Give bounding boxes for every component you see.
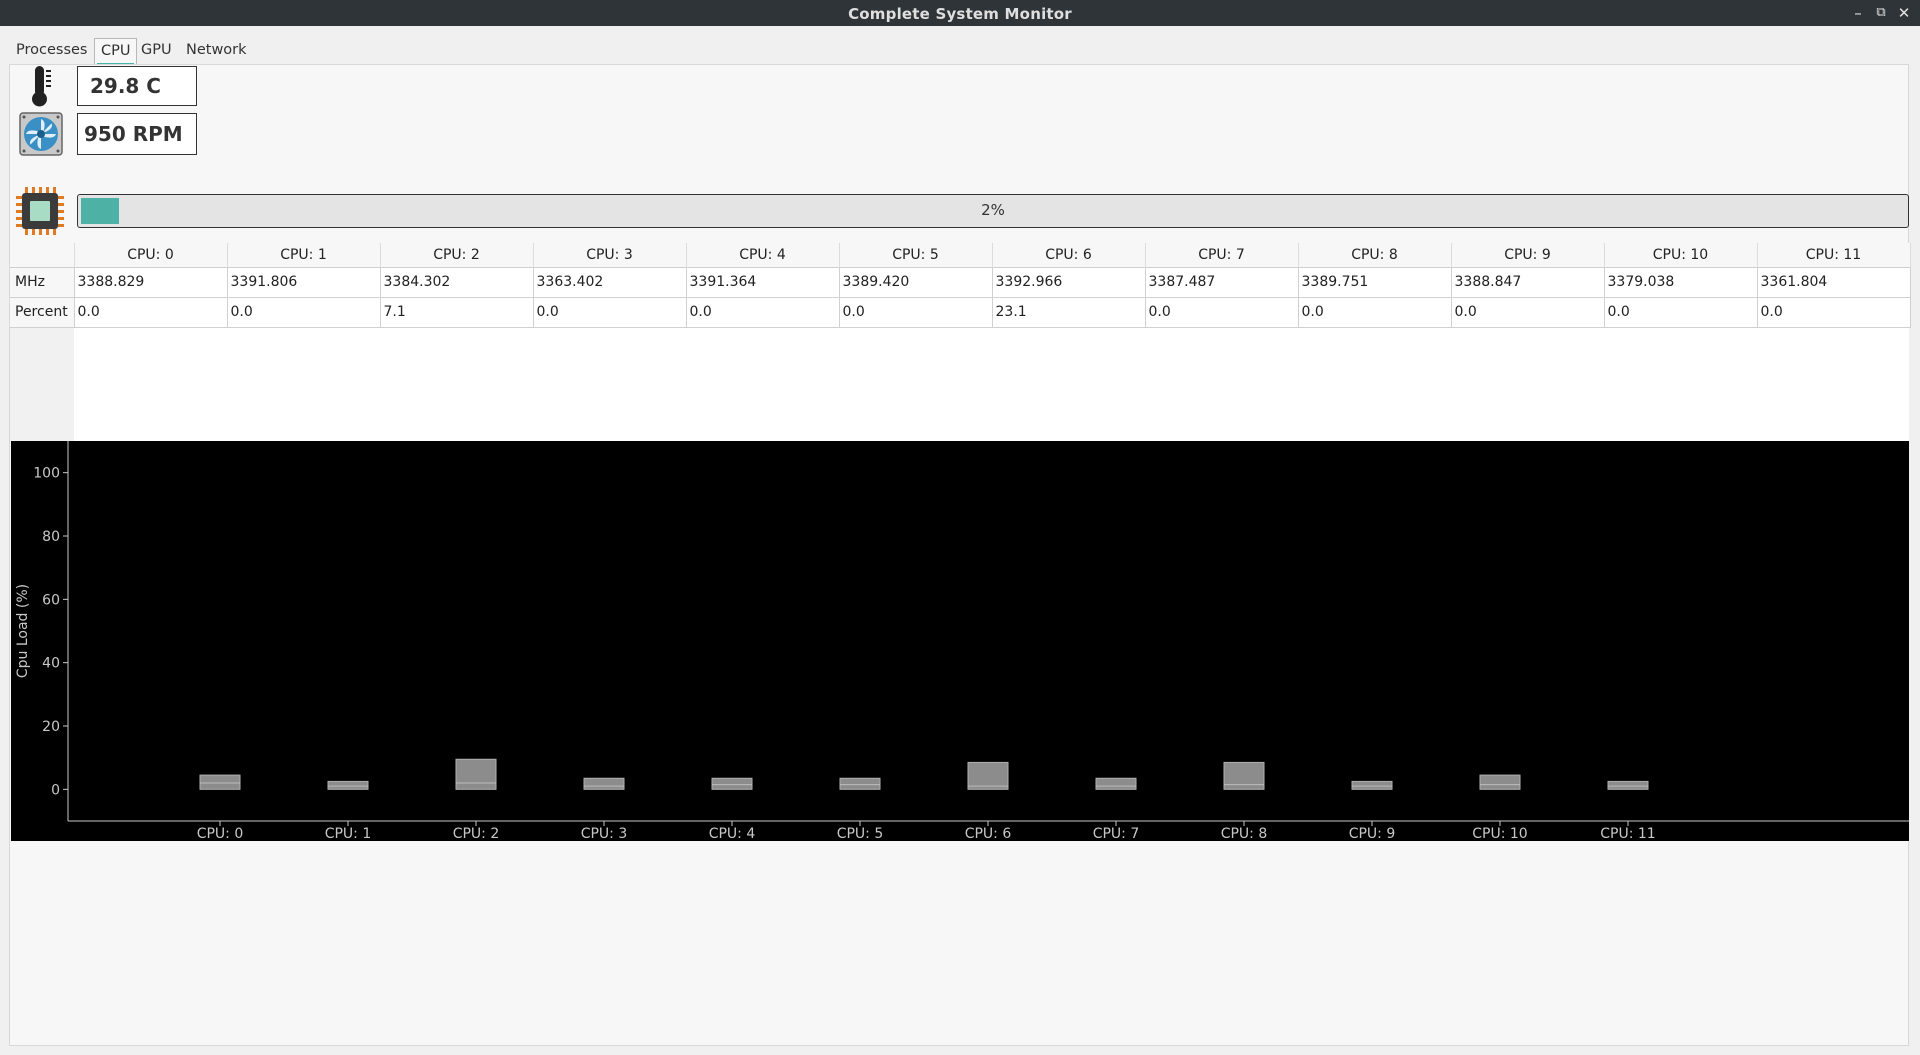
column-header[interactable]: CPU: 9 — [1451, 243, 1605, 267]
x-tick-label: CPU: 2 — [453, 826, 500, 841]
tab-cpu[interactable]: CPU — [94, 38, 138, 66]
temperature-readout: 29.8 C — [77, 66, 197, 106]
table-row-header-area — [10, 328, 74, 441]
tab-network[interactable]: Network — [180, 38, 253, 64]
cpu-box — [1479, 774, 1521, 790]
table-cell[interactable]: 3387.487 — [1145, 266, 1299, 298]
cpu-box — [1223, 761, 1265, 790]
cpu-box — [1351, 780, 1393, 790]
fan-icon — [19, 112, 63, 156]
maximize-icon[interactable]: ⧉ — [1871, 3, 1891, 23]
table-cell[interactable]: 0.0 — [1757, 296, 1911, 328]
table-cell[interactable]: 3391.364 — [686, 266, 840, 298]
y-tick-label: 20 — [42, 719, 60, 735]
thermometer-icon — [32, 66, 51, 107]
y-tick-label: 100 — [33, 466, 60, 482]
x-tick-label: CPU: 9 — [1349, 826, 1396, 841]
tab-gpu[interactable]: GPU — [135, 38, 178, 64]
table-cell[interactable]: 3389.751 — [1298, 266, 1452, 298]
cpu-usage-bar: 2% — [77, 194, 1909, 228]
cpu-box — [1095, 777, 1137, 790]
column-header[interactable]: CPU: 3 — [533, 243, 687, 267]
close-icon[interactable]: ✕ — [1894, 3, 1914, 23]
table-cell[interactable]: 0.0 — [839, 296, 993, 328]
cpu-table: CPU: 0 CPU: 1 CPU: 2 CPU: 3 CPU: 4 CPU: … — [10, 243, 1911, 328]
column-header[interactable]: CPU: 4 — [686, 243, 840, 267]
x-tick-label: CPU: 3 — [581, 826, 628, 841]
column-header[interactable]: CPU: 10 — [1604, 243, 1758, 267]
table-cell[interactable]: 0.0 — [74, 296, 228, 328]
column-header[interactable]: CPU: 0 — [74, 243, 228, 267]
table-cell[interactable]: 3392.966 — [992, 266, 1146, 298]
cpu-load-plot: 0 20 40 60 80 100 Cpu Load (%) CPU: 0 CPU: 1 CPU:… — [11, 441, 1909, 842]
row-header: MHz — [10, 266, 75, 298]
table-cell[interactable]: 3388.847 — [1451, 266, 1605, 298]
y-tick-label: 80 — [42, 529, 60, 545]
cpu-box — [199, 774, 241, 790]
cpu-box — [711, 777, 753, 790]
table-row[interactable]: MHz 3388.829 3391.806 3384.302 3363.402 … — [10, 266, 1911, 298]
column-header[interactable]: CPU: 6 — [992, 243, 1146, 267]
table-cell[interactable]: 0.0 — [686, 296, 840, 328]
x-tick-label: CPU: 11 — [1600, 826, 1655, 841]
y-tick-label: 60 — [42, 592, 60, 608]
table-corner — [10, 243, 75, 267]
column-header[interactable]: CPU: 11 — [1757, 243, 1911, 267]
table-cell[interactable]: 0.0 — [533, 296, 687, 328]
table-cell[interactable]: 0.0 — [227, 296, 381, 328]
x-tick-label: CPU: 10 — [1472, 826, 1527, 841]
table-row[interactable]: Percent 0.0 0.0 7.1 0.0 0.0 0.0 23.1 0.0… — [10, 296, 1911, 328]
cpu-load-chart: 0 20 40 60 80 100 Cpu Load (%) CPU: 0 CPU: 1 CPU:… — [15, 441, 1909, 842]
fan-readout: 950 RPM — [77, 113, 197, 155]
table-cell[interactable]: 23.1 — [992, 296, 1146, 328]
column-header[interactable]: CPU: 8 — [1298, 243, 1452, 267]
cpu-box — [967, 761, 1009, 790]
x-tick-label: CPU: 5 — [837, 826, 884, 841]
cpu-box — [327, 780, 369, 790]
x-tick-label: CPU: 4 — [709, 826, 756, 841]
minimize-icon[interactable]: – — [1848, 3, 1868, 23]
x-tick-label: CPU: 1 — [325, 826, 372, 841]
table-cell[interactable]: 3389.420 — [839, 266, 993, 298]
x-tick-label: CPU: 0 — [197, 826, 244, 841]
table-cell[interactable]: 0.0 — [1451, 296, 1605, 328]
table-cell[interactable]: 3361.804 — [1757, 266, 1911, 298]
table-cell[interactable]: 7.1 — [380, 296, 534, 328]
column-header[interactable]: CPU: 2 — [380, 243, 534, 267]
table-cell[interactable]: 0.0 — [1145, 296, 1299, 328]
cpu-box — [839, 777, 881, 790]
cpu-box — [583, 777, 625, 790]
cpu-chip-icon — [16, 187, 64, 235]
column-header[interactable]: CPU: 5 — [839, 243, 993, 267]
cpu-box — [455, 758, 497, 790]
row-header: Percent — [10, 296, 75, 328]
table-cell[interactable]: 3384.302 — [380, 266, 534, 298]
y-tick-label: 0 — [51, 782, 60, 798]
x-tick-label: CPU: 6 — [965, 826, 1012, 841]
table-cell[interactable]: 3391.806 — [227, 266, 381, 298]
table-cell[interactable]: 3388.829 — [74, 266, 228, 298]
table-cell[interactable]: 3363.402 — [533, 266, 687, 298]
title-bar: Complete System Monitor – ⧉ ✕ — [0, 0, 1920, 26]
column-header[interactable]: CPU: 1 — [227, 243, 381, 267]
table-cell[interactable]: 0.0 — [1298, 296, 1452, 328]
tab-processes[interactable]: Processes — [10, 38, 93, 64]
table-header-row: CPU: 0 CPU: 1 CPU: 2 CPU: 3 CPU: 4 CPU: … — [10, 243, 1911, 267]
table-cell[interactable]: 0.0 — [1604, 296, 1758, 328]
y-tick-label: 40 — [42, 656, 60, 672]
column-header[interactable]: CPU: 7 — [1145, 243, 1299, 267]
window-title: Complete System Monitor — [848, 5, 1072, 23]
table-empty-area — [74, 328, 1909, 441]
cpu-box — [1607, 780, 1649, 790]
table-cell[interactable]: 3379.038 — [1604, 266, 1758, 298]
x-tick-label: CPU: 8 — [1221, 826, 1268, 841]
x-tick-label: CPU: 7 — [1093, 826, 1140, 841]
y-axis-label: Cpu Load (%) — [15, 584, 31, 678]
cpu-usage-label: 2% — [981, 201, 1005, 219]
